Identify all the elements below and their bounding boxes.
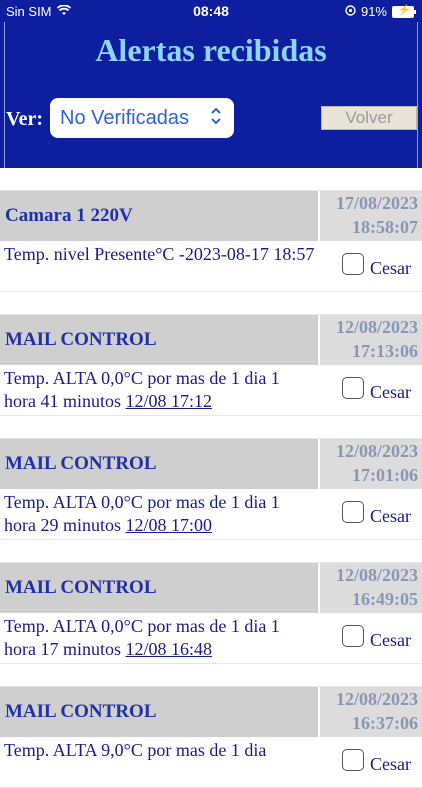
alert-item: MAIL CONTROL 12/08/2023 16:49:05 Temp. AL… <box>0 563 422 687</box>
alert-date: 12/08/2023 <box>335 689 418 709</box>
alert-title-cell: MAIL CONTROL <box>0 439 318 489</box>
volver-button[interactable]: Volver <box>321 106 417 130</box>
verify-checkbox[interactable] <box>342 377 364 399</box>
alert-time: 16:49:05 <box>352 589 418 609</box>
alert-date: 12/08/2023 <box>335 317 418 337</box>
alert-timestamp: 12/08/2023 17:01:06 <box>320 439 422 489</box>
status-bar: Sin SIM 08:48 91% ⚡ <box>0 0 422 22</box>
alert-message-text: Temp. ALTA 9,0°C por mas de 1 dia <box>4 740 267 760</box>
alert-title-cell: MAIL CONTROL <box>0 563 318 613</box>
alert-date: 17/08/2023 <box>335 193 418 213</box>
alert-item: MAIL CONTROL 12/08/2023 17:13:06 Temp. AL… <box>0 315 422 439</box>
alert-title: MAIL CONTROL <box>5 453 157 474</box>
alert-item: MAIL CONTROL 12/08/2023 17:01:06 Temp. AL… <box>0 439 422 563</box>
orientation-lock-icon <box>345 4 356 19</box>
alert-message-link[interactable]: 12/08 16:48 <box>126 639 213 659</box>
alert-user: Cesar <box>370 258 411 278</box>
alert-timestamp: 12/08/2023 16:49:05 <box>320 563 422 613</box>
battery-percent: 91% <box>360 4 387 19</box>
alert-message: Temp. nivel Presente°C -2023-08-17 18:57 <box>4 243 316 266</box>
filter-label: Ver: <box>6 108 44 130</box>
alert-user: Cesar <box>370 630 411 650</box>
alert-timestamp: 12/08/2023 16:37:06 <box>320 687 422 737</box>
filter-select-value: No Verificadas <box>60 107 189 129</box>
alert-message: Temp. ALTA 0,0°C por mas de 1 dia 1 hora… <box>4 367 316 413</box>
chevron-updown-icon <box>210 106 222 127</box>
alert-date: 12/08/2023 <box>335 565 418 585</box>
alert-title: MAIL CONTROL <box>5 701 157 722</box>
alert-message-link[interactable]: 12/08 17:12 <box>126 391 213 411</box>
alert-title-cell: MAIL CONTROL <box>0 315 318 365</box>
verify-checkbox[interactable] <box>342 253 364 275</box>
list-spacer <box>0 540 422 563</box>
alert-title: MAIL CONTROL <box>5 329 157 350</box>
alert-time: 17:01:06 <box>352 465 418 485</box>
list-spacer <box>0 292 422 315</box>
alert-time: 18:58:07 <box>352 217 418 237</box>
alert-message: Temp. ALTA 9,0°C por mas de 1 dia <box>4 739 316 762</box>
status-right-group: 91% ⚡ <box>345 4 416 19</box>
alert-message: Temp. ALTA 0,0°C por mas de 1 dia 1 hora… <box>4 491 316 537</box>
page-title: Alertas recibidas <box>95 32 327 68</box>
battery-icon: ⚡ <box>392 5 416 18</box>
alert-title-cell: Camara 1 220V <box>0 191 318 241</box>
alert-time: 16:37:06 <box>352 713 418 733</box>
alert-message-text: Temp. nivel Presente°C -2023-08-17 18:57 <box>4 244 315 264</box>
alert-user: Cesar <box>370 506 411 526</box>
alert-title: Camara 1 220V <box>5 205 133 226</box>
list-spacer <box>0 168 422 191</box>
filter-select[interactable]: No Verificadas <box>50 98 234 138</box>
alert-time: 17:13:06 <box>352 341 418 361</box>
alert-message: Temp. ALTA 0,0°C por mas de 1 dia 1 hora… <box>4 615 316 661</box>
alert-timestamp: 12/08/2023 17:13:06 <box>320 315 422 365</box>
alert-user: Cesar <box>370 754 411 774</box>
alert-item: Camara 1 220V 17/08/2023 18:58:07 Temp. n… <box>0 191 422 315</box>
verify-checkbox[interactable] <box>342 625 364 647</box>
alert-message-link[interactable]: 12/08 17:00 <box>126 515 213 535</box>
verify-checkbox[interactable] <box>342 749 364 771</box>
alert-user: Cesar <box>370 382 411 402</box>
alert-title: MAIL CONTROL <box>5 577 157 598</box>
list-spacer <box>0 416 422 439</box>
list-spacer <box>0 664 422 687</box>
header: Alertas recibidas Ver: No Verificadas Vo… <box>0 22 422 168</box>
alert-list: Camara 1 220V 17/08/2023 18:58:07 Temp. n… <box>0 168 422 788</box>
alert-date: 12/08/2023 <box>335 441 418 461</box>
alert-title-cell: MAIL CONTROL <box>0 687 318 737</box>
alert-timestamp: 17/08/2023 18:58:07 <box>320 191 422 241</box>
verify-checkbox[interactable] <box>342 501 364 523</box>
alert-item: MAIL CONTROL 12/08/2023 16:37:06 Temp. AL… <box>0 687 422 788</box>
